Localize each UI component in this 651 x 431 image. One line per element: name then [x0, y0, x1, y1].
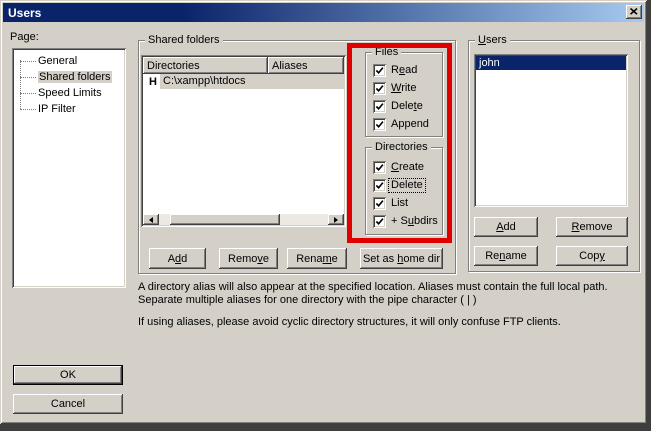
sidebar-item-general[interactable]: General: [12, 53, 126, 69]
remove-user-button[interactable]: Remove: [556, 217, 628, 237]
files-delete-checkbox-row[interactable]: Delete: [373, 99, 423, 113]
directories-permissions-group: Directories Create Delete List + Subdirs: [365, 147, 443, 235]
check-icon: [375, 102, 384, 111]
remove-folder-button[interactable]: Remove: [219, 248, 278, 269]
delete-files-checkbox[interactable]: [373, 100, 386, 113]
directories-group-label: Directories: [372, 141, 431, 154]
cancel-button[interactable]: Cancel: [13, 394, 123, 414]
check-icon: [375, 120, 384, 129]
files-permissions-group: Files Read Write Delete Append: [365, 52, 443, 137]
dirs-subdirs-checkbox-row[interactable]: + Subdirs: [373, 214, 438, 228]
column-header-aliases[interactable]: Aliases: [268, 57, 344, 74]
scroll-right-button[interactable]: [328, 214, 344, 225]
sidebar-item-speed-limits[interactable]: Speed Limits: [12, 85, 126, 101]
check-icon: [375, 217, 384, 226]
sidebar-item-shared-folders[interactable]: Shared folders: [12, 69, 126, 85]
close-button[interactable]: [626, 5, 642, 19]
directory-path: C:\xampp\htdocs: [160, 74, 344, 89]
page-label: Page:: [10, 31, 39, 43]
window-title: Users: [8, 6, 41, 20]
set-as-home-dir-button[interactable]: Set as home dir: [360, 248, 443, 269]
shared-folders-group-label: Shared folders: [145, 34, 223, 47]
horizontal-scrollbar[interactable]: [143, 214, 344, 225]
add-user-button[interactable]: Add: [474, 217, 538, 237]
files-append-checkbox-row[interactable]: Append: [373, 117, 429, 131]
dirs-create-checkbox-row[interactable]: Create: [373, 160, 424, 174]
append-checkbox[interactable]: [373, 118, 386, 131]
users-listbox[interactable]: john: [474, 54, 628, 207]
write-checkbox[interactable]: [373, 82, 386, 95]
listview-header: Directories Aliases: [143, 57, 344, 74]
add-folder-button[interactable]: Add: [149, 248, 206, 269]
users-dialog: Users Page: General Shared folders Speed…: [0, 0, 647, 424]
subdirs-checkbox[interactable]: [373, 215, 386, 228]
dirs-delete-checkbox-row[interactable]: Delete: [373, 178, 425, 192]
list-checkbox[interactable]: [373, 197, 386, 210]
directory-row[interactable]: H C:\xampp\htdocs: [143, 74, 344, 89]
read-checkbox[interactable]: [373, 64, 386, 77]
column-header-directories[interactable]: Directories: [143, 57, 268, 74]
alias-note-text: A directory alias will also appear at th…: [138, 281, 644, 307]
users-group-label: Users: [475, 34, 510, 47]
files-group-label: Files: [372, 46, 401, 59]
create-checkbox[interactable]: [373, 161, 386, 174]
check-icon: [375, 163, 384, 172]
user-list-item[interactable]: john: [476, 56, 626, 70]
check-icon: [375, 199, 384, 208]
directories-listview[interactable]: Directories Aliases H C:\xampp\htdocs: [141, 55, 346, 227]
files-read-checkbox-row[interactable]: Read: [373, 63, 417, 77]
rename-user-button[interactable]: Rename: [474, 246, 538, 266]
dirs-list-checkbox-row[interactable]: List: [373, 196, 408, 210]
scrollbar-thumb[interactable]: [170, 214, 280, 225]
check-icon: [375, 66, 384, 75]
home-directory-marker: H: [143, 76, 160, 88]
cyclic-note-text: If using aliases, please avoid cyclic di…: [138, 316, 644, 329]
scroll-left-button[interactable]: [143, 214, 159, 225]
page-tree[interactable]: General Shared folders Speed Limits IP F…: [12, 48, 126, 288]
scroll-right-icon: [334, 217, 338, 223]
delete-dirs-checkbox[interactable]: [373, 179, 386, 192]
scroll-left-icon: [149, 217, 153, 223]
copy-user-button[interactable]: Copy: [556, 246, 628, 266]
check-icon: [375, 84, 384, 93]
sidebar-item-ip-filter[interactable]: IP Filter: [12, 101, 126, 117]
close-icon: [630, 6, 638, 18]
rename-folder-button[interactable]: Rename: [287, 248, 347, 269]
titlebar[interactable]: Users: [3, 3, 644, 22]
ok-button[interactable]: OK: [13, 365, 123, 385]
check-icon: [375, 181, 384, 190]
files-write-checkbox-row[interactable]: Write: [373, 81, 416, 95]
